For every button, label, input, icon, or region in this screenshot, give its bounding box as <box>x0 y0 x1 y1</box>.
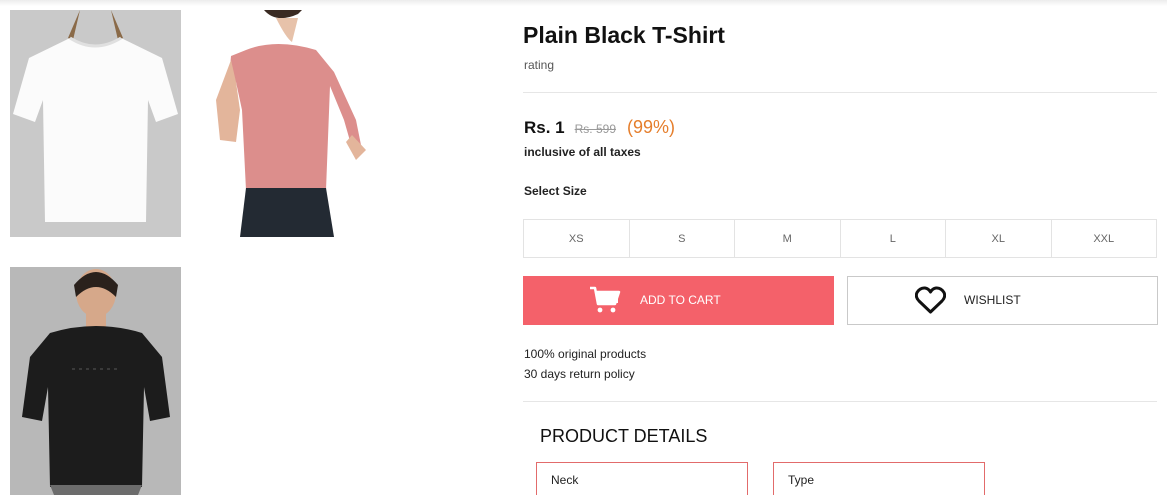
original-price: Rs. 599 <box>574 122 616 136</box>
heart-icon <box>915 286 946 314</box>
policy-return: 30 days return policy <box>524 367 635 381</box>
rating-label: rating <box>524 58 555 72</box>
product-details-heading: PRODUCT DETAILS <box>540 426 708 446</box>
size-option-xxl[interactable]: XXL <box>1052 220 1157 257</box>
black-tshirt-image <box>10 267 181 495</box>
header-shadow <box>0 0 1167 6</box>
product-title: Plain Black T-Shirt <box>523 22 725 48</box>
product-image-white-tshirt[interactable] <box>10 10 181 237</box>
cart-icon <box>590 286 621 313</box>
pink-tshirt-image <box>206 10 381 237</box>
product-image-pink-tshirt[interactable] <box>206 10 381 237</box>
spec-key: Type <box>788 473 815 487</box>
tax-note: inclusive of all taxes <box>524 145 641 159</box>
product-image-black-tshirt[interactable] <box>10 267 181 495</box>
spec-card-neck: Neck <box>536 462 748 495</box>
white-tshirt-image <box>10 10 181 237</box>
size-option-m[interactable]: M <box>735 220 841 257</box>
spec-key: Neck <box>551 473 579 487</box>
size-selector: XS S M L XL XXL <box>523 219 1157 258</box>
divider <box>523 92 1157 93</box>
wishlist-label: WISHLIST <box>964 293 1021 307</box>
size-option-s[interactable]: S <box>630 220 735 257</box>
price-row: Rs. 1 Rs. 599 (99%) <box>524 117 675 138</box>
divider <box>523 401 1157 402</box>
size-option-xl[interactable]: XL <box>946 220 1052 257</box>
size-option-xs[interactable]: XS <box>524 220 630 257</box>
wishlist-button[interactable]: WISHLIST <box>847 276 1158 325</box>
selling-price: Rs. 1 <box>524 118 565 137</box>
add-to-cart-label: ADD TO CART <box>640 293 721 307</box>
policy-original: 100% original products <box>524 347 647 361</box>
discount-percent: (99%) <box>627 117 676 137</box>
add-to-cart-button[interactable]: ADD TO CART <box>523 276 834 325</box>
spec-card-type: Type <box>773 462 985 495</box>
size-option-l[interactable]: L <box>841 220 946 257</box>
select-size-label: Select Size <box>524 184 587 198</box>
